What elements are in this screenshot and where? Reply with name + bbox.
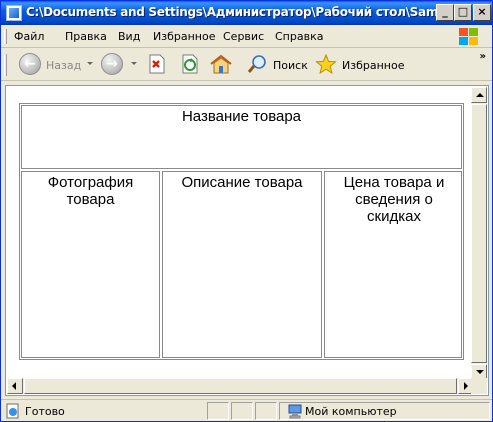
page-viewport: Название товара Фотография товара Описан… [7,87,474,380]
title-bar[interactable]: C:\Documents and Settings\Администратор\… [1,1,492,25]
status-segment [207,402,229,420]
status-bar: Готово Мой компьютер [1,399,492,421]
page-status-icon [6,403,19,419]
menu-favorites[interactable]: Избранное [153,30,215,43]
my-computer-icon [288,404,302,419]
back-button-label[interactable]: Назад [46,59,81,72]
product-price-cell: Цена товара и сведения о скидках [324,171,462,358]
scroll-up-button[interactable] [471,87,487,103]
zone-text: Мой компьютер [305,405,397,418]
maximize-button[interactable]: □ [454,4,472,21]
menu-edit[interactable]: Правка [65,30,107,43]
close-button[interactable]: × [473,4,491,21]
back-dropdown-icon[interactable] [87,62,93,65]
minimize-button[interactable]: _ [436,4,454,21]
vertical-scroll-thumb[interactable] [471,104,487,363]
menu-view[interactable]: Вид [118,30,140,43]
page-content-frame: Название товара Фотография товара Описан… [5,85,489,396]
menu-tools[interactable]: Сервис [223,30,264,43]
standard-toolbar: ← Назад → Поиск Избранное » [1,48,492,81]
window-title: C:\Documents and Settings\Администратор\… [26,5,436,19]
search-icon[interactable] [247,54,267,74]
stop-icon[interactable] [146,54,166,74]
menu-help[interactable]: Справка [275,30,323,43]
menu-file[interactable]: Файл [14,30,44,43]
status-segment [255,402,277,420]
back-arrow-icon[interactable]: ← [19,53,41,75]
scroll-left-button[interactable] [7,378,23,394]
scrollbar-corner [471,378,487,394]
windows-logo-icon [458,27,480,46]
product-description-cell: Описание товара [162,171,322,358]
favorites-button-label[interactable]: Избранное [342,59,404,72]
toolbar-grip[interactable] [4,54,7,76]
status-segment [231,402,253,420]
horizontal-scrollbar[interactable] [7,378,474,394]
menu-bar: Файл Правка Вид Избранное Сервис Справка [1,25,492,48]
refresh-icon[interactable] [179,54,199,74]
forward-dropdown-icon[interactable] [131,62,137,65]
toolbar-overflow-icon[interactable]: » [480,51,486,62]
browser-window: C:\Documents and Settings\Администратор\… [0,0,493,422]
product-layout-table: Название товара Фотография товара Описан… [19,103,464,360]
favorites-star-icon[interactable] [315,54,337,74]
ie-page-icon [6,5,22,21]
status-text: Готово [25,405,65,418]
horizontal-scroll-thumb[interactable] [24,378,457,394]
vertical-scrollbar[interactable] [471,87,487,380]
home-icon[interactable] [209,54,233,74]
forward-arrow-icon[interactable]: → [101,53,123,75]
product-name-cell: Название товара [21,105,462,169]
menu-grip[interactable] [4,29,7,44]
search-button-label[interactable]: Поиск [273,59,308,72]
product-photo-cell: Фотография товара [21,171,160,358]
